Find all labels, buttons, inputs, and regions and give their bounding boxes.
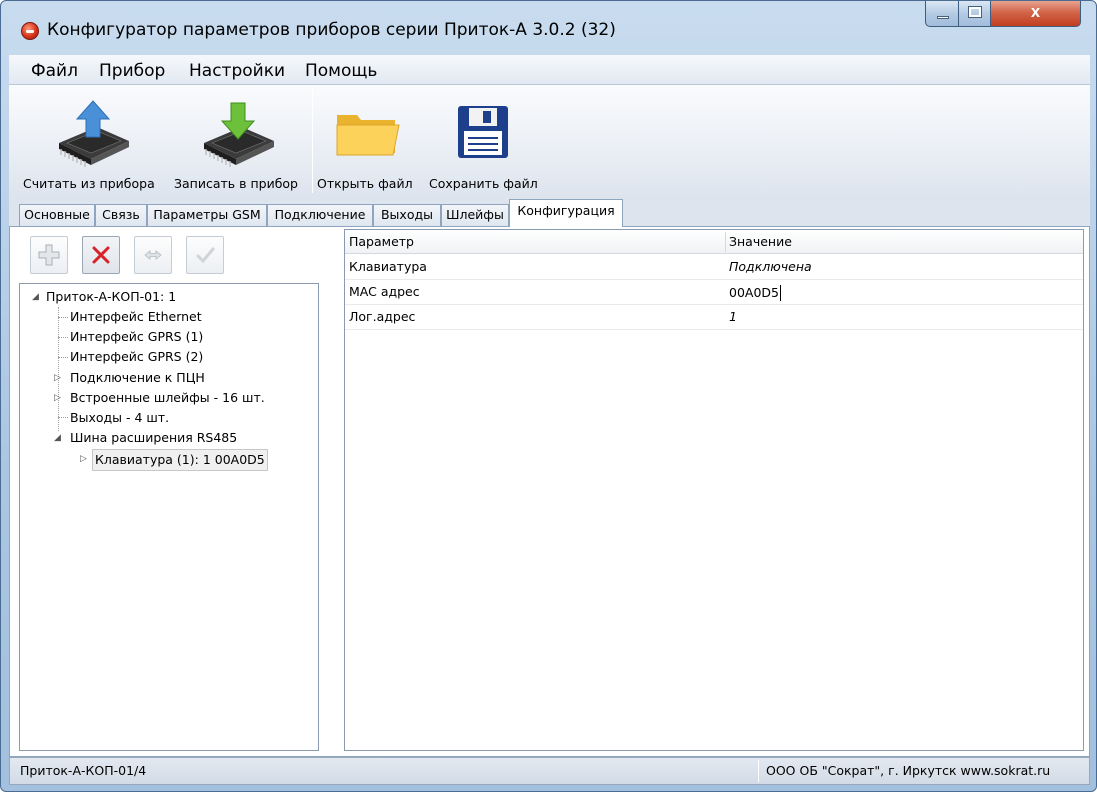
tree-guide: [58, 317, 68, 318]
menu-help[interactable]: Помощь: [305, 61, 377, 81]
menu-settings[interactable]: Настройки: [189, 61, 285, 81]
expand-triangle-icon: ▷: [54, 393, 61, 403]
menu-bar: Файл Прибор Настройки Помощь: [9, 55, 1090, 85]
app-window: Конфигуратор параметров приборов серии П…: [0, 0, 1097, 792]
write-to-device-label: Записать в прибор: [174, 176, 298, 191]
arrows-horizontal-icon: [144, 250, 162, 260]
collapse-triangle-icon: ◢: [54, 433, 61, 443]
checkmark-icon: [196, 247, 215, 264]
status-divider: [758, 760, 759, 782]
minimize-icon: [937, 16, 949, 19]
plus-icon: [38, 244, 60, 266]
title-bar[interactable]: Конфигуратор параметров приборов серии П…: [1, 1, 1096, 55]
expand-triangle-icon: ▷: [80, 454, 87, 464]
expand-triangle-icon: ▷: [54, 373, 61, 383]
mac-address-input[interactable]: 00A0D5: [729, 284, 781, 301]
tab-loops[interactable]: Шлейфы: [441, 204, 509, 226]
property-grid: Параметр Значение Клавиатура Подключена …: [344, 229, 1084, 751]
maximize-button[interactable]: [959, 1, 991, 27]
toolbar: Считать из прибора Записать в прибор Отк…: [9, 85, 1090, 197]
tree-node[interactable]: Выходы - 4 шт.: [70, 408, 169, 428]
apply-node-button[interactable]: [186, 236, 224, 274]
chip-download-icon: [204, 102, 274, 167]
tab-connection[interactable]: Связь: [95, 204, 147, 226]
collapse-triangle-icon: ◢: [32, 292, 39, 302]
tab-gsm-parameters[interactable]: Параметры GSM: [147, 204, 267, 226]
tree-pane: ◢ Приток-А-КОП-01: 1 Интерфейс Ethernet …: [18, 227, 340, 751]
menu-device[interactable]: Прибор: [99, 61, 165, 81]
chip-upload-icon: [59, 100, 129, 167]
read-from-device-label: Считать из прибора: [23, 176, 155, 191]
tab-strip: Основные Связь Параметры GSM Подключение…: [9, 197, 1090, 227]
tree-node-root-label: Приток-А-КОП-01: 1: [46, 289, 177, 304]
tree-node-label: Шина расширения RS485: [70, 430, 238, 445]
open-file-button[interactable]: Открыть файл: [317, 85, 417, 197]
folder-icon: [336, 115, 400, 156]
status-device: Приток-А-КОП-01/4: [20, 763, 147, 778]
tree-node[interactable]: Интерфейс GPRS (2): [70, 347, 203, 367]
minimize-button[interactable]: [925, 1, 959, 27]
add-node-button[interactable]: [30, 236, 68, 274]
tree-node-label-selected: Клавиатура (1): 1 00A0D5: [92, 449, 268, 471]
move-node-button[interactable]: [134, 236, 172, 274]
delete-x-icon: [92, 246, 110, 264]
tab-link[interactable]: Подключение: [267, 204, 373, 226]
tree-guide: [58, 417, 68, 418]
device-tree[interactable]: ◢ Приток-А-КОП-01: 1 Интерфейс Ethernet …: [19, 283, 319, 751]
close-button[interactable]: X: [991, 1, 1081, 27]
tree-node[interactable]: Интерфейс GPRS (1): [70, 327, 203, 347]
close-icon: X: [1030, 6, 1041, 20]
open-file-label: Открыть файл: [317, 176, 413, 191]
grid-value-cell[interactable]: 1: [725, 305, 737, 329]
grid-value-cell[interactable]: Подключена: [725, 255, 812, 279]
tree-node-label: Подключение к ПЦН: [70, 370, 205, 385]
toolbar-separator: [312, 89, 313, 193]
grid-value-cell-editing[interactable]: 00A0D5: [725, 280, 781, 304]
tree-guide: [58, 337, 68, 338]
status-bar: Приток-А-КОП-01/4 ООО ОБ "Сократ", г. Ир…: [9, 757, 1090, 785]
read-from-device-button[interactable]: Считать из прибора: [23, 85, 163, 197]
tree-node[interactable]: Интерфейс Ethernet: [70, 307, 202, 327]
tree-guide: [58, 357, 68, 358]
grid-param-cell: Клавиатура: [349, 259, 427, 274]
tab-configuration[interactable]: Конфигурация: [509, 199, 623, 227]
status-company: ООО ОБ "Сократ", г. Иркутск www.sokrat.r…: [766, 763, 1051, 778]
tab-main[interactable]: Основные: [19, 204, 95, 226]
delete-node-button[interactable]: [82, 236, 120, 274]
grid-param-cell: Лог.адрес: [349, 309, 416, 324]
grid-header-value[interactable]: Значение: [725, 230, 792, 254]
grid-param-cell: MAC адрес: [349, 284, 420, 299]
grid-row[interactable]: Клавиатура Подключена: [345, 255, 1083, 280]
grid-header: Параметр Значение: [345, 230, 1083, 254]
tab-outputs[interactable]: Выходы: [373, 204, 441, 226]
save-file-button[interactable]: Сохранить файл: [429, 85, 549, 197]
grid-row[interactable]: Лог.адрес 1: [345, 305, 1083, 330]
configuration-panel: ◢ Приток-А-КОП-01: 1 Интерфейс Ethernet …: [9, 227, 1090, 757]
grid-row[interactable]: MAC адрес 00A0D5: [345, 280, 1083, 305]
menu-file[interactable]: Файл: [31, 61, 78, 81]
grid-header-param[interactable]: Параметр: [345, 230, 414, 254]
app-logo-icon: [21, 22, 39, 40]
save-file-label: Сохранить файл: [429, 176, 538, 191]
floppy-disk-icon: [458, 106, 508, 158]
maximize-icon: [968, 6, 982, 18]
tree-node-label: Встроенные шлейфы - 16 шт.: [70, 390, 265, 405]
write-to-device-button[interactable]: Записать в прибор: [174, 85, 304, 197]
window-title: Конфигуратор параметров приборов серии П…: [47, 20, 616, 40]
